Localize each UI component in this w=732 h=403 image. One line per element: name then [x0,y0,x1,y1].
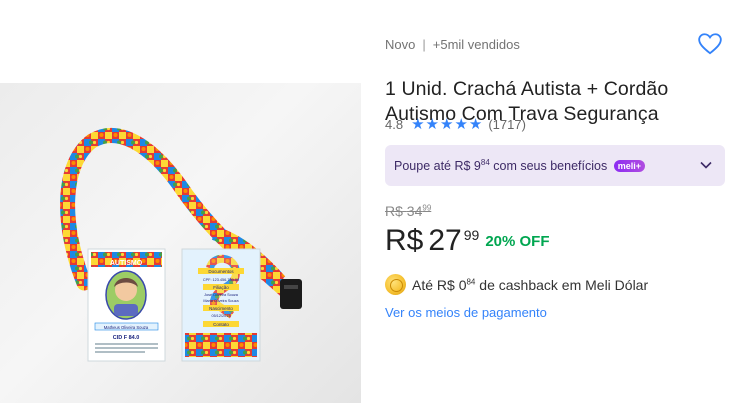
badge-card-front: AUTISMO Matheus Oliveira Souza CID F 84.… [87,248,166,362]
payment-methods-link[interactable]: Ver os meios de pagamento [385,305,547,320]
badge-cid: CID F 84.0 [113,335,140,341]
discount-badge: 20% OFF [485,233,550,250]
original-price: R$ 3499 [385,203,432,219]
current-price: R$ 27 99 20% OFF [385,221,550,261]
sold-count: +5mil vendidos [432,37,520,52]
condition-label: Novo [385,37,416,52]
chevron-down-icon[interactable] [699,158,713,172]
product-image-gallery[interactable]: AUTISMO Matheus Oliveira Souza CID F 84.… [0,83,361,403]
star-icon: ★ [425,116,439,133]
product-subtitle: Novo | +5mil vendidos [385,37,520,52]
badge-header-text: AUTISMO [110,260,143,267]
star-icon: ★ [439,116,454,133]
back-date: 05/12/2015 [211,314,230,318]
back-parent-1: José Oliveira Souza [204,293,239,297]
back-parent-2: Maria Oliveira Souza [203,299,239,303]
star-icon: ★ [468,116,483,133]
benefits-text: Poupe até R$ 984 com seus benefícios mel… [394,158,645,173]
badge-name: Matheus Oliveira Souza [104,325,149,330]
rating-row[interactable]: 4.8 ★ ★ ★ ★ ★ (1717) [385,117,526,132]
coin-icon [385,274,406,295]
back-contato: Contato [213,322,229,327]
cashback-row: Até R$ 084 de cashback em Meli Dólar [385,274,648,295]
cashback-text: Até R$ 084 de cashback em Meli Dólar [412,276,649,293]
back-filiacao: Filiação [213,285,229,290]
meli-plus-badge: meli+ [613,160,645,173]
safety-clasp [280,279,302,309]
heart-outline-icon[interactable] [697,31,723,57]
back-doc: Documentos [208,269,234,274]
rating-stars: ★ ★ ★ ★ ★ [411,117,482,132]
price-cents: 99 [463,227,480,243]
star-icon: ★ [454,116,468,133]
product-image: AUTISMO Matheus Oliveira Souza CID F 84.… [60,128,302,362]
subtitle-separator: | [422,37,426,52]
benefits-banner[interactable]: Poupe até R$ 984 com seus benefícios mel… [385,145,725,186]
back-nasc: Nascimento [209,306,233,311]
badge-card-back: Documentos CPF: 123.456.789-00 Filiação … [181,248,261,362]
rating-value: 4.8 [385,117,404,132]
rating-count: (1717) [488,117,526,132]
price-currency: R$ [385,224,424,257]
back-cpf: CPF: 123.456.789-00 [203,278,239,282]
price-amount: 27 [428,224,462,257]
star-icon: ★ [411,116,425,133]
